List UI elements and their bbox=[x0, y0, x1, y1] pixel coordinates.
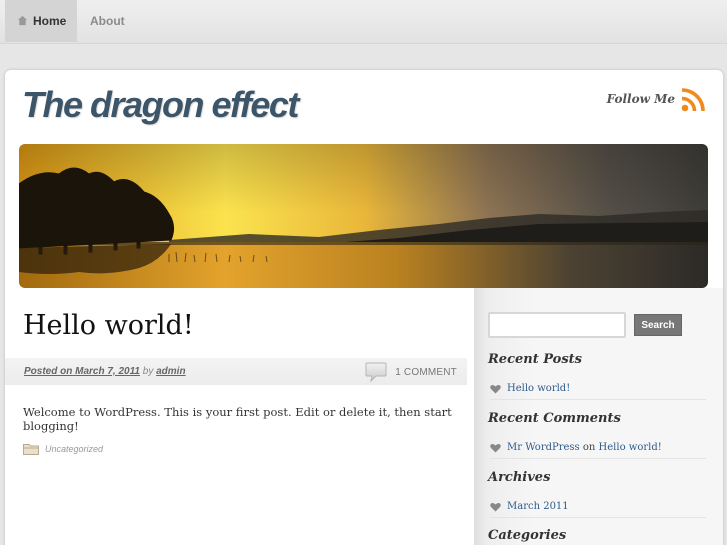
nav-home-label: Home bbox=[33, 14, 67, 28]
page-container: The dragon effect Follow Me Hello world!… bbox=[5, 70, 723, 545]
follow-me-link[interactable]: Follow Me bbox=[607, 86, 707, 112]
post-author-link[interactable]: admin bbox=[156, 366, 185, 377]
comment-author-link[interactable]: Mr WordPress bbox=[507, 442, 580, 453]
folder-icon bbox=[23, 444, 39, 455]
heart-icon bbox=[490, 502, 501, 511]
archives-heading: Archives bbox=[488, 470, 551, 485]
recent-posts-heading: Recent Posts bbox=[488, 352, 582, 367]
recent-post-link[interactable]: Hello world! bbox=[507, 383, 570, 394]
rss-icon[interactable] bbox=[681, 86, 707, 112]
heart-icon bbox=[490, 384, 501, 393]
sidebar: Search Recent Posts Hello world! Recent … bbox=[474, 288, 723, 545]
list-item: March 2011 bbox=[490, 496, 706, 518]
site-title[interactable]: The dragon effect bbox=[22, 84, 299, 126]
follow-me-label: Follow Me bbox=[606, 92, 675, 106]
home-icon bbox=[17, 15, 28, 26]
header-banner-image bbox=[19, 144, 708, 288]
nav-about[interactable]: About bbox=[90, 0, 125, 42]
top-navigation: Home About bbox=[0, 0, 727, 44]
main-content: Hello world! Posted on March 7, 2011 by … bbox=[5, 288, 474, 545]
post-category: Uncategorized bbox=[23, 443, 103, 455]
post-meta: Posted on March 7, 2011 by admin bbox=[24, 366, 186, 377]
posted-on-label: Posted on bbox=[24, 366, 73, 377]
on-label: on bbox=[582, 442, 596, 453]
post-category-link[interactable]: Uncategorized bbox=[45, 444, 103, 454]
search-button[interactable]: Search bbox=[634, 314, 682, 336]
archive-link[interactable]: March 2011 bbox=[507, 501, 569, 512]
comment-count: 1 COMMENT bbox=[395, 366, 457, 378]
post-body: Welcome to WordPress. This is your first… bbox=[23, 405, 452, 433]
by-label: by bbox=[142, 366, 154, 377]
post-meta-bar: Posted on March 7, 2011 by admin 1 COMME… bbox=[5, 358, 467, 385]
posted-on-link[interactable]: Posted on March 7, 2011 bbox=[24, 366, 140, 377]
comment-post-link[interactable]: Hello world! bbox=[599, 442, 662, 453]
nav-home[interactable]: Home bbox=[5, 0, 77, 42]
list-item: Hello world! bbox=[490, 378, 706, 400]
list-item: Mr WordPress on Hello world! bbox=[490, 437, 706, 459]
search-input[interactable] bbox=[488, 312, 626, 338]
speech-bubble-icon bbox=[365, 362, 387, 382]
comments-link[interactable]: 1 COMMENT bbox=[365, 362, 457, 382]
categories-heading: Categories bbox=[488, 528, 567, 543]
heart-icon bbox=[490, 443, 501, 452]
post-date: March 7, 2011 bbox=[75, 366, 140, 377]
post-title[interactable]: Hello world! bbox=[23, 310, 194, 341]
recent-comments-heading: Recent Comments bbox=[488, 411, 621, 426]
